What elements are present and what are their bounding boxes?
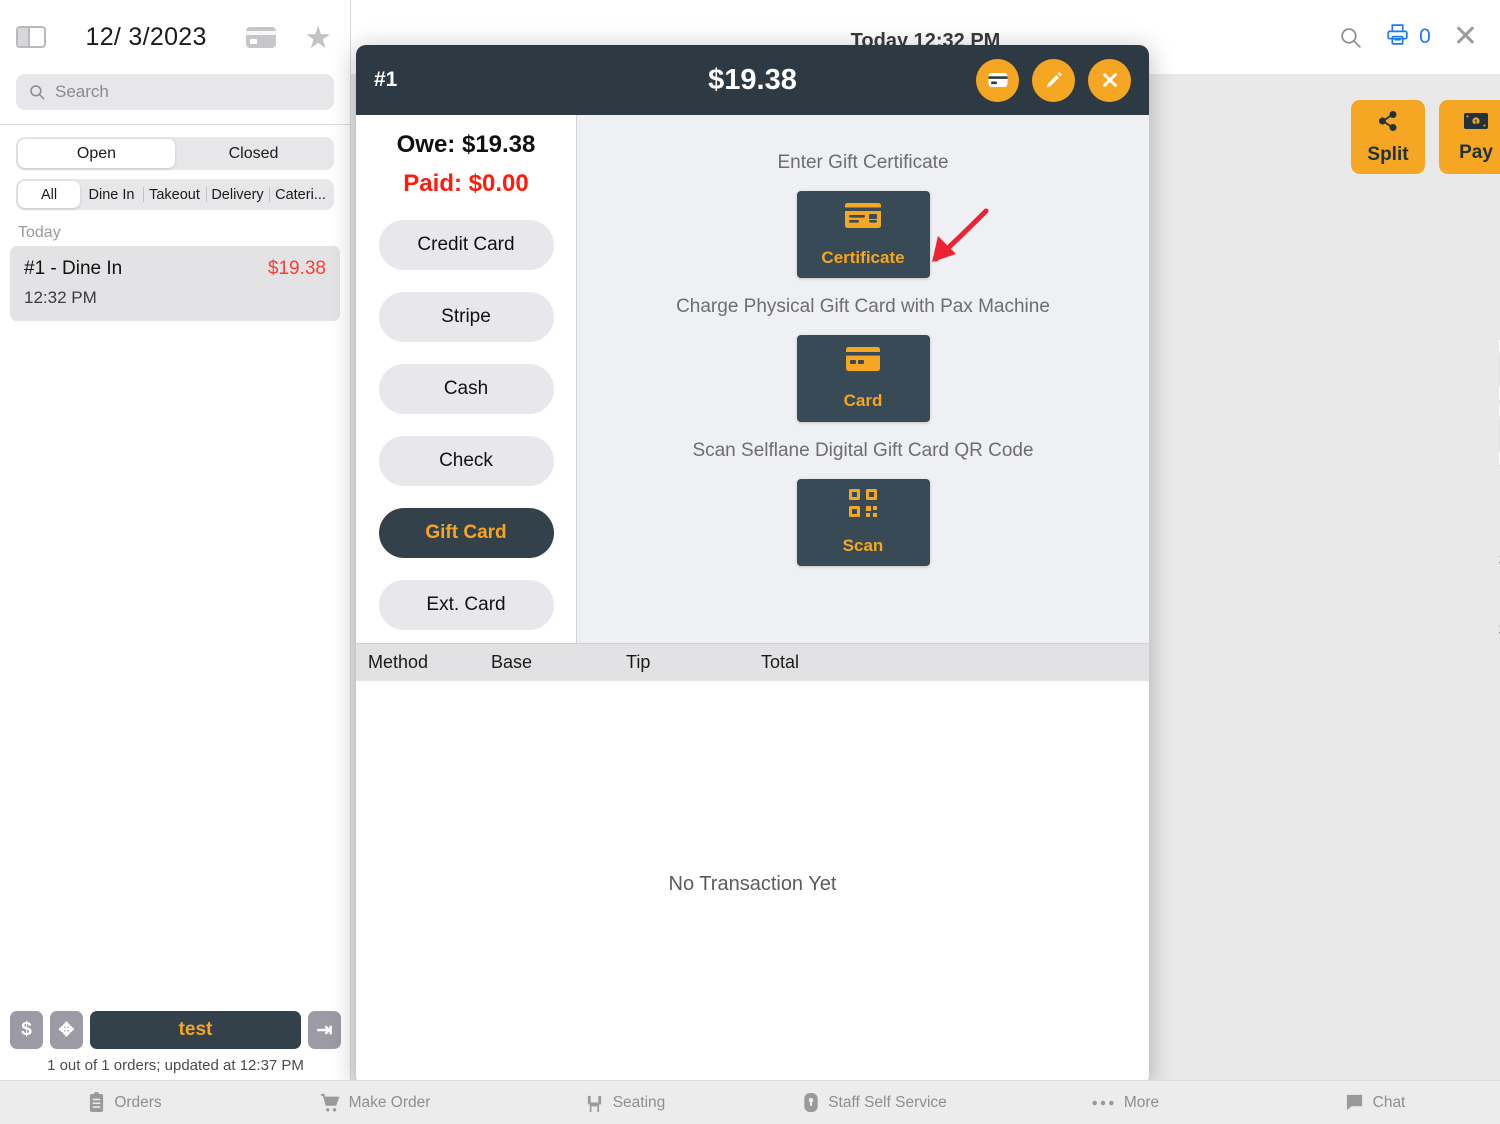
col-method: Method xyxy=(368,652,429,672)
ellipsis-icon xyxy=(1092,1100,1114,1105)
logout-button[interactable]: ⇥ xyxy=(308,1011,341,1049)
profile-button[interactable]: test xyxy=(90,1011,301,1049)
sidebar-footer: $ ✥ test ⇥ 1 out of 1 orders; updated at… xyxy=(0,1011,351,1080)
order-time: 12:32 PM xyxy=(24,288,97,307)
bottom-tabbar: Orders Make Order Seating Staff Self Ser… xyxy=(0,1080,1500,1124)
list-item[interactable]: #1 - Dine In $19.38 12:32 PM xyxy=(10,246,340,321)
sidebar-toggle-icon[interactable] xyxy=(16,26,46,48)
money-icon: 1 xyxy=(1463,111,1489,137)
qr-scan-label: Scan Selflane Digital Gift Card QR Code xyxy=(692,440,1034,461)
gift-card-icon xyxy=(845,346,881,377)
order-amount: $19.38 xyxy=(267,258,326,279)
segment-open[interactable]: Open xyxy=(18,139,175,168)
sidebar-status: 1 out of 1 orders; updated at 12:37 PM xyxy=(47,1057,304,1074)
receipt-tax: $1.40 xyxy=(1491,642,1500,666)
receipt-grand-total: 19.96 xyxy=(1491,690,1500,714)
tab-staff-self-service[interactable]: Staff Self Service xyxy=(750,1092,1000,1113)
payment-modal: #1 $19.38 Owe: $19.38 Paid: $0.00 Credit… xyxy=(356,45,1149,1085)
paid-amount: Paid: $0.00 xyxy=(403,170,529,197)
split-label: Split xyxy=(1367,143,1409,165)
annotation-arrow-icon xyxy=(932,208,989,262)
col-base: Base xyxy=(491,652,533,672)
certificate-label: Certificate xyxy=(821,247,905,267)
transaction-list: No Transaction Yet xyxy=(356,681,1149,1085)
chip-delivery[interactable]: Delivery xyxy=(206,181,269,208)
card-button[interactable]: Card xyxy=(796,335,930,422)
chat-icon xyxy=(1346,1094,1362,1111)
payment-method-credit-card[interactable]: Credit Card xyxy=(378,220,554,270)
tab-seating[interactable]: Seating xyxy=(500,1093,750,1113)
payment-method-stripe[interactable]: Stripe xyxy=(378,292,554,342)
tab-orders-label: Orders xyxy=(114,1093,162,1111)
credit-card-icon[interactable] xyxy=(976,58,1019,102)
receipt-totals: $17.98 $1.40 19.38 19.96 xyxy=(1491,550,1500,714)
modal-order-id: #1 xyxy=(374,68,398,91)
scan-label: Scan xyxy=(842,536,884,555)
tab-orders[interactable]: Orders xyxy=(0,1092,250,1113)
gift-certificate-card-icon xyxy=(844,202,882,234)
gift-card-panel: Enter Gift Certificate Certificate Charg… xyxy=(577,115,1149,643)
tab-seating-label: Seating xyxy=(612,1093,666,1111)
order-name: #1 - Dine In xyxy=(24,258,123,279)
payment-method-cash[interactable]: Cash xyxy=(378,364,554,414)
payment-method-check[interactable]: Check xyxy=(378,436,554,486)
search-placeholder: Search xyxy=(55,82,109,101)
chip-catering[interactable]: Cateri... xyxy=(269,181,332,208)
sidebar-divider xyxy=(0,124,350,125)
orders-icon xyxy=(90,1092,104,1112)
star-icon[interactable]: ★ xyxy=(304,22,332,53)
pay-button[interactable]: 1 Pay xyxy=(1439,100,1500,174)
tab-make-order-label: Make Order xyxy=(348,1093,431,1111)
pencil-icon[interactable] xyxy=(1032,58,1075,102)
owe-amount: Owe: $19.38 xyxy=(396,131,536,158)
col-total: Total xyxy=(761,652,800,672)
pax-machine-label: Charge Physical Gift Card with Pax Machi… xyxy=(676,296,1050,317)
empty-state-text: No Transaction Yet xyxy=(668,873,837,895)
split-button[interactable]: Split xyxy=(1351,100,1425,174)
tab-make-order[interactable]: Make Order xyxy=(250,1093,500,1113)
qr-code-icon xyxy=(849,489,877,522)
chip-takeout[interactable]: Takeout xyxy=(143,181,206,208)
sidebar-toolbar: 12/ 3/2023 ★ xyxy=(0,0,350,74)
cash-drawer-button[interactable]: $ xyxy=(10,1011,43,1049)
tab-chat[interactable]: Chat xyxy=(1250,1093,1500,1112)
svg-text:1: 1 xyxy=(1474,119,1478,126)
chip-dine-in[interactable]: Dine In xyxy=(80,181,143,208)
receipt-total: 19.38 xyxy=(1491,666,1500,690)
receipt-subtotal: $17.98 xyxy=(1491,618,1500,642)
orders-sidebar: 12/ 3/2023 ★ Search Open Closed All Dine… xyxy=(0,0,351,1080)
share-icon xyxy=(1376,109,1400,139)
payment-method-gift-card[interactable]: Gift Card xyxy=(378,508,554,558)
col-tip: Tip xyxy=(626,652,651,672)
segment-closed[interactable]: Closed xyxy=(175,139,332,168)
open-closed-segment: Open Closed xyxy=(16,137,334,170)
tab-chat-label: Chat xyxy=(1372,1093,1406,1111)
certificate-button[interactable]: Certificate xyxy=(796,191,930,278)
chip-all[interactable]: All xyxy=(18,181,80,208)
card-icon[interactable] xyxy=(246,26,277,48)
tab-more[interactable]: More xyxy=(1000,1094,1250,1112)
order-actions: Split 1 Pay xyxy=(1351,100,1500,174)
modal-header: #1 $19.38 xyxy=(356,45,1149,115)
payment-method-list: Owe: $19.38 Paid: $0.00 Credit Card Stri… xyxy=(356,115,577,643)
sidebar-date[interactable]: 12/ 3/2023 xyxy=(46,23,246,52)
scan-button[interactable]: Scan xyxy=(796,479,930,566)
card-label: Card xyxy=(843,391,883,410)
chair-icon xyxy=(587,1095,601,1112)
search-icon xyxy=(30,85,45,100)
transaction-table-header: Method Base Tip Total xyxy=(356,643,1149,681)
order-type-filter: All Dine In Takeout Delivery Cateri... xyxy=(16,179,334,210)
pay-label: Pay xyxy=(1459,141,1493,163)
section-label-today: Today xyxy=(18,224,61,241)
close-x-icon[interactable] xyxy=(1088,58,1131,102)
payment-method-ext-card[interactable]: Ext. Card xyxy=(378,580,554,630)
search-input[interactable]: Search xyxy=(16,74,334,110)
tab-staff-self-service-label: Staff Self Service xyxy=(828,1093,947,1111)
gift-certificate-label: Enter Gift Certificate xyxy=(777,152,949,173)
tab-more-label: More xyxy=(1123,1093,1160,1111)
move-button[interactable]: ✥ xyxy=(50,1011,83,1049)
cart-icon xyxy=(320,1093,340,1111)
lock-icon xyxy=(804,1092,818,1113)
